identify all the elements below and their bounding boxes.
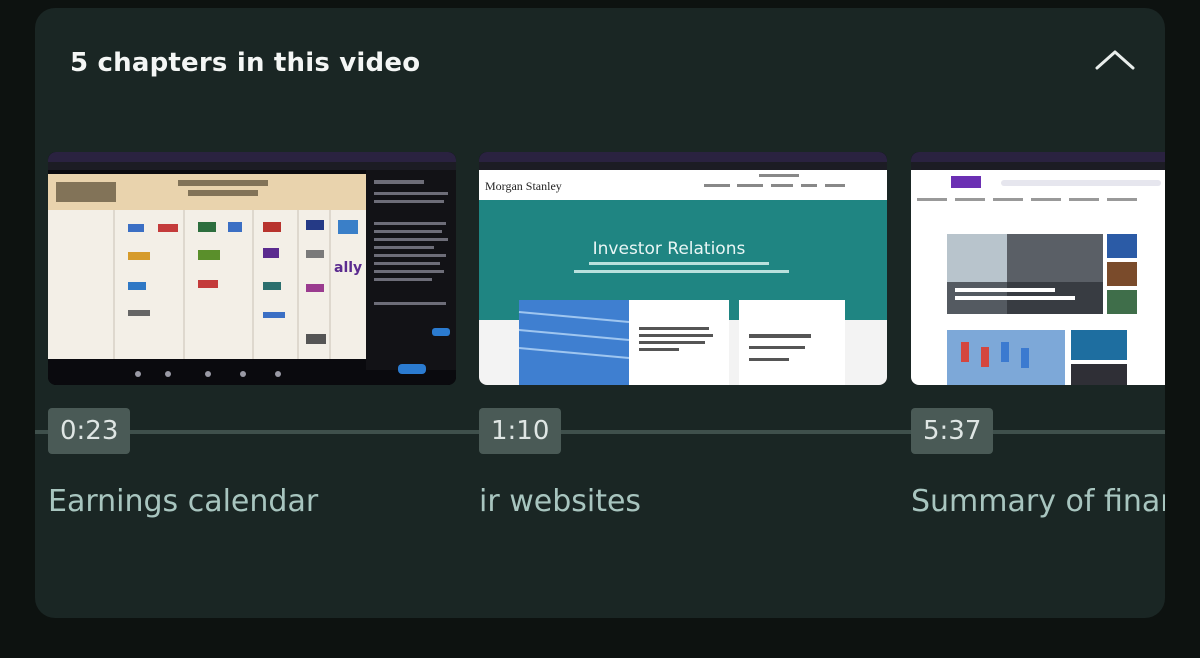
chevron-up-icon xyxy=(1095,50,1135,70)
ir-hero-text: Investor Relations xyxy=(593,239,746,259)
chapter-timestamp[interactable]: 5:37 xyxy=(911,408,994,454)
chapter-title[interactable]: ir websites xyxy=(479,484,641,519)
chapter-item-ir-websites[interactable]: Morgan Stanley Investor Relations 1:10 i… xyxy=(479,152,887,519)
chapter-title[interactable]: Earnings calendar xyxy=(48,484,318,519)
chapter-thumbnail[interactable] xyxy=(911,152,1165,385)
chapter-title[interactable]: Summary of finan xyxy=(911,484,1165,519)
chapters-header-title: 5 chapters in this video xyxy=(70,48,421,78)
chapter-timestamp[interactable]: 0:23 xyxy=(48,408,131,454)
chapter-thumbnail[interactable]: ally xyxy=(48,152,456,385)
chapter-item-summary[interactable]: 5:37 Summary of finan xyxy=(911,152,1165,519)
chapter-timestamp[interactable]: 1:10 xyxy=(479,408,562,454)
chapters-timeline-track xyxy=(35,430,1165,434)
chapters-panel: 5 chapters in this video ally 0:23 Earni… xyxy=(35,8,1165,618)
chapter-item-earnings-calendar[interactable]: ally 0:23 Earnings calendar xyxy=(48,152,456,519)
collapse-button[interactable] xyxy=(1085,34,1145,84)
ally-logo: ally xyxy=(334,260,362,276)
chapter-thumbnail[interactable]: Morgan Stanley Investor Relations xyxy=(479,152,887,385)
ms-logo: Morgan Stanley xyxy=(485,179,562,193)
